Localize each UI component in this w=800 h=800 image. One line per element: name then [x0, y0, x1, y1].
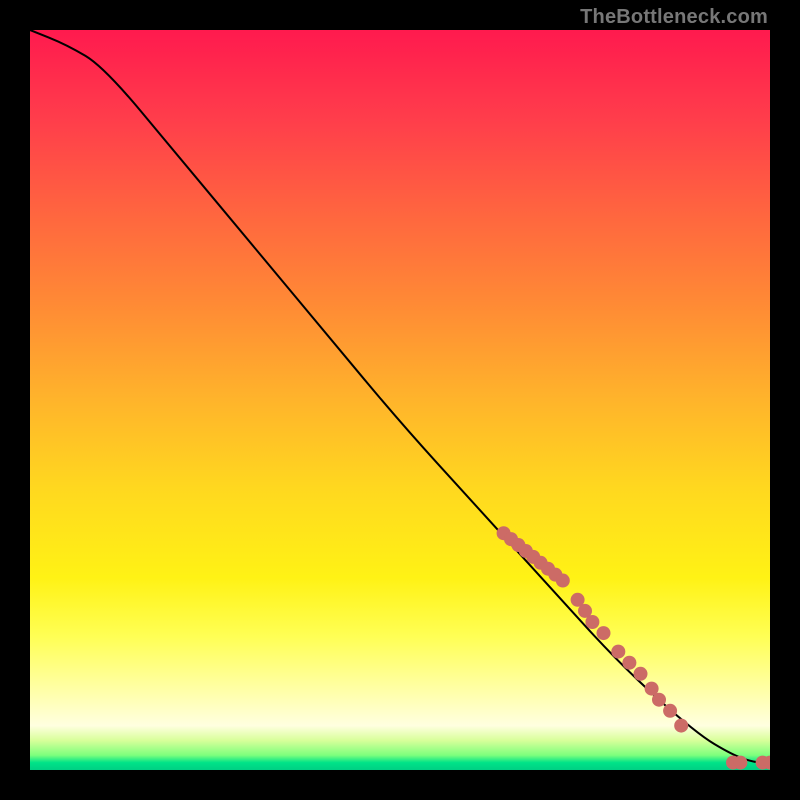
- sample-point: [526, 550, 540, 564]
- sample-point: [645, 682, 659, 696]
- sample-point: [726, 756, 740, 770]
- sample-point: [756, 756, 770, 770]
- sample-point: [556, 574, 570, 588]
- sample-point: [511, 538, 525, 552]
- sample-points-group: [497, 526, 770, 769]
- sample-point: [674, 719, 688, 733]
- sample-point: [733, 756, 747, 770]
- sample-point: [497, 526, 511, 540]
- sample-point: [611, 645, 625, 659]
- sample-point: [634, 667, 648, 681]
- chart-frame: TheBottleneck.com: [0, 0, 800, 800]
- sample-point: [622, 656, 636, 670]
- sample-point: [571, 593, 585, 607]
- sample-point: [585, 615, 599, 629]
- sample-point: [548, 568, 562, 582]
- sample-point: [504, 532, 518, 546]
- bottleneck-curve: [30, 30, 770, 763]
- sample-point: [519, 544, 533, 558]
- chart-overlay: [30, 30, 770, 770]
- sample-point: [578, 604, 592, 618]
- sample-point: [763, 756, 770, 770]
- sample-point: [663, 704, 677, 718]
- attribution-watermark: TheBottleneck.com: [580, 6, 768, 29]
- sample-point: [534, 556, 548, 570]
- plot-area: [30, 30, 770, 770]
- sample-point: [597, 626, 611, 640]
- sample-point: [541, 562, 555, 576]
- sample-point: [652, 693, 666, 707]
